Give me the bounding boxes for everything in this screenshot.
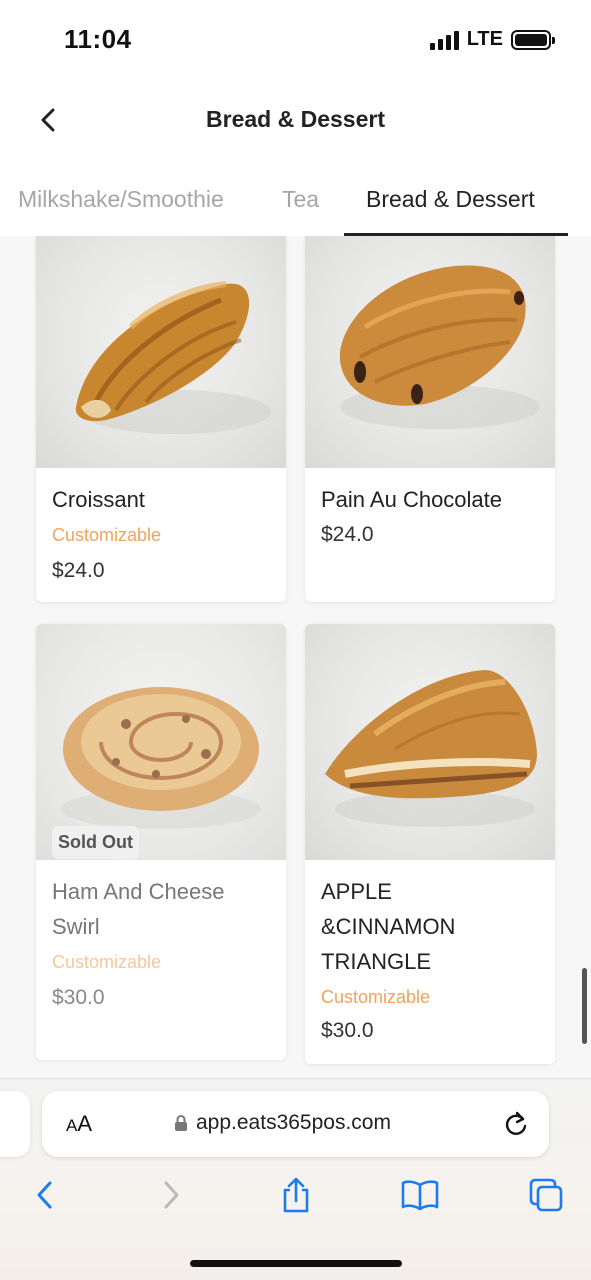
product-image-apple-cinnamon-triangle bbox=[305, 624, 555, 860]
share-icon bbox=[283, 1177, 309, 1213]
ham-cheese-swirl-image bbox=[61, 687, 261, 829]
apple-cinnamon-triangle-image bbox=[325, 670, 537, 827]
address-bar[interactable]: AA app.eats365pos.com bbox=[42, 1091, 549, 1157]
product-name-line-3: TRIANGLE bbox=[321, 949, 432, 974]
customizable-label: Customizable bbox=[321, 987, 431, 1007]
tabs-icon bbox=[529, 1178, 563, 1212]
reload-icon bbox=[505, 1111, 527, 1135]
category-tabs: Milkshake/Smoothie Tea Bread & Dessert bbox=[0, 166, 591, 238]
home-indicator bbox=[190, 1260, 402, 1267]
tabs-button[interactable] bbox=[526, 1175, 566, 1215]
product-name: Pain Au Chocolate bbox=[321, 487, 503, 512]
book-icon bbox=[401, 1180, 439, 1211]
tab-bread-dessert[interactable]: Bread & Dessert bbox=[366, 186, 535, 213]
browser-nav bbox=[0, 1175, 591, 1215]
network-label: LTE bbox=[466, 28, 503, 50]
text-size-button[interactable]: AA bbox=[66, 1111, 92, 1137]
product-price: $30.0 bbox=[52, 986, 105, 1009]
product-name-line-2: &CINNAMON bbox=[321, 914, 456, 939]
previous-tab-pill[interactable] bbox=[0, 1091, 30, 1157]
product-name-line-1: Ham And Cheese bbox=[52, 879, 225, 904]
customizable-label: Customizable bbox=[52, 525, 162, 545]
product-price: $24.0 bbox=[52, 559, 105, 582]
product-price: $24.0 bbox=[321, 523, 374, 546]
product-card-apple-cinnamon-triangle[interactable]: APPLE &CINNAMON TRIANGLE Customizable $3… bbox=[305, 624, 555, 1064]
product-name-line-1: APPLE bbox=[321, 879, 392, 904]
product-image-pain-au-chocolate bbox=[305, 236, 555, 468]
lock-icon bbox=[175, 1115, 187, 1131]
share-button[interactable] bbox=[276, 1175, 316, 1215]
chevron-right-icon bbox=[164, 1181, 179, 1209]
browser-back-button[interactable] bbox=[24, 1175, 64, 1215]
page-title: Bread & Dessert bbox=[206, 106, 385, 132]
croissant-image bbox=[75, 281, 271, 434]
status-icons: LTE bbox=[429, 28, 555, 51]
chevron-left-icon bbox=[37, 1181, 52, 1209]
product-name-line-2: Swirl bbox=[52, 914, 100, 939]
scrollbar[interactable] bbox=[582, 968, 587, 1044]
reload-button[interactable] bbox=[503, 1110, 529, 1143]
browser-toolbar: AA app.eats365pos.com bbox=[0, 1078, 591, 1280]
browser-forward-button[interactable] bbox=[152, 1175, 192, 1215]
customizable-label: Customizable bbox=[52, 952, 162, 972]
tab-tea[interactable]: Tea bbox=[282, 186, 319, 213]
product-image-croissant bbox=[36, 236, 286, 468]
battery-icon bbox=[511, 29, 555, 50]
status-bar: 11:04 LTE bbox=[0, 0, 591, 80]
product-card-pain-au-chocolate[interactable]: Pain Au Chocolate $24.0 bbox=[305, 236, 555, 602]
status-time: 11:04 bbox=[64, 24, 132, 54]
product-name: Croissant bbox=[52, 487, 145, 512]
product-grid: Croissant Customizable $24.0 Pain Au Cho… bbox=[0, 236, 591, 1078]
product-price: $30.0 bbox=[321, 1019, 374, 1042]
sold-out-badge: Sold Out bbox=[52, 826, 139, 859]
url-text: app.eats365pos.com bbox=[196, 1111, 391, 1134]
cellular-signal-icon bbox=[429, 30, 459, 50]
pain-au-chocolat-image bbox=[339, 265, 540, 429]
product-image-ham-and-cheese-swirl bbox=[36, 624, 286, 860]
url-display[interactable]: app.eats365pos.com bbox=[174, 1111, 391, 1135]
product-card-croissant[interactable]: Croissant Customizable $24.0 bbox=[36, 236, 286, 602]
bookmarks-button[interactable] bbox=[400, 1175, 440, 1215]
page-header: Bread & Dessert bbox=[0, 88, 591, 152]
tab-milkshake-smoothie[interactable]: Milkshake/Smoothie bbox=[18, 186, 224, 213]
